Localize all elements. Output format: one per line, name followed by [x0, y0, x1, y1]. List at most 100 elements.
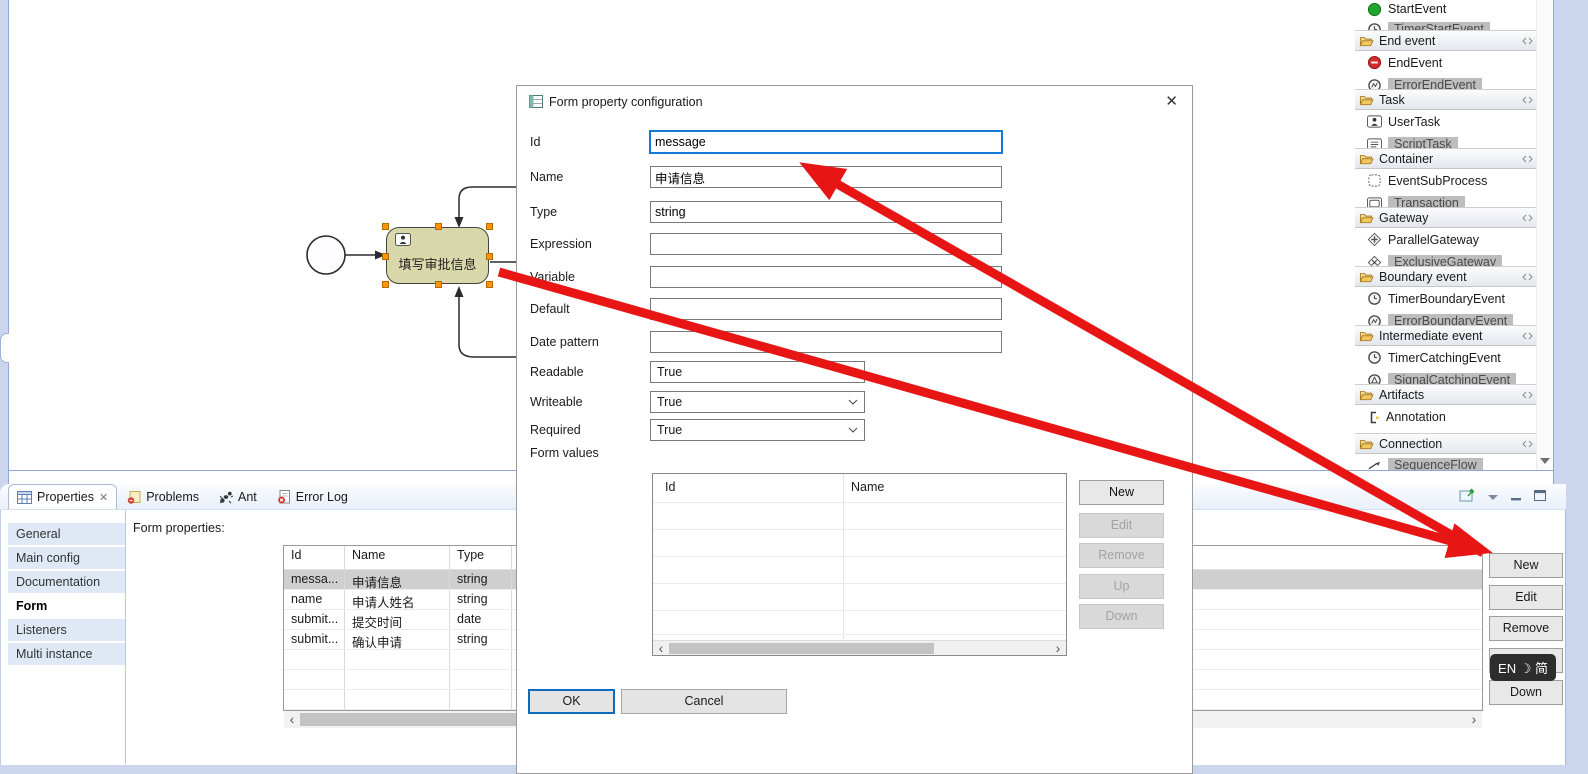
fv-horizontal-scrollbar[interactable]: ‹ ›	[653, 640, 1066, 655]
palette-group-gateway[interactable]: Gateway	[1355, 207, 1537, 228]
user-task-node[interactable]: 填写审批信息	[386, 227, 489, 284]
resize-handle[interactable]	[435, 223, 442, 230]
dialog-edit-button[interactable]: Edit	[1079, 513, 1164, 538]
palette-group-intermediate-event[interactable]: Intermediate event	[1355, 325, 1537, 346]
palette-group-container[interactable]: Container	[1355, 148, 1537, 169]
palette-item-exclusivegateway[interactable]: ExclusiveGateway	[1355, 251, 1537, 266]
sidebar-item-main-config[interactable]: Main config	[8, 547, 125, 569]
panel-down-button[interactable]: Down	[1489, 680, 1563, 705]
view-menu-icon[interactable]	[1487, 490, 1499, 504]
palette-item-errorboundaryevent[interactable]: ErrorBoundaryEvent	[1355, 310, 1537, 325]
palette-item-timerstartevent[interactable]: TimerStartEvent	[1355, 18, 1537, 30]
palette-item-timercatchingevent[interactable]: TimerCatchingEvent	[1355, 346, 1537, 369]
resize-handle[interactable]	[486, 253, 493, 260]
cancel-button[interactable]: Cancel	[621, 689, 787, 714]
ok-button[interactable]: OK	[528, 689, 615, 714]
panel-remove-button[interactable]: Remove	[1489, 616, 1563, 641]
resize-handle[interactable]	[382, 223, 389, 230]
variable-input[interactable]	[650, 266, 1002, 288]
scroll-down-icon[interactable]	[1540, 458, 1550, 464]
pin-layout-icon[interactable]	[1522, 388, 1533, 402]
scroll-left-icon[interactable]: ‹	[284, 712, 300, 727]
annotation-icon	[1367, 410, 1380, 425]
resize-handle[interactable]	[382, 253, 389, 260]
writeable-select[interactable]: True	[650, 391, 865, 413]
required-label: Required	[530, 423, 581, 437]
error-event-icon	[1367, 78, 1382, 90]
parallel-gateway-icon	[1367, 232, 1382, 247]
pin-layout-icon[interactable]	[1522, 437, 1533, 451]
collapsed-panel-handle[interactable]	[0, 333, 9, 363]
sidebar-item-documentation[interactable]: Documentation	[8, 571, 125, 593]
scroll-right-icon[interactable]: ›	[1050, 641, 1066, 656]
readable-label: Readable	[530, 365, 584, 379]
pin-layout-icon[interactable]	[1522, 211, 1533, 225]
palette-item-sequenceflow[interactable]: SequenceFlow	[1355, 454, 1537, 470]
name-input[interactable]	[650, 166, 1002, 188]
tab-ant[interactable]: Ant	[209, 484, 267, 509]
type-input[interactable]	[650, 201, 1002, 223]
required-select[interactable]: True	[650, 419, 865, 441]
pin-editor-icon[interactable]	[1459, 488, 1475, 506]
scroll-left-icon[interactable]: ‹	[653, 641, 669, 656]
resize-handle[interactable]	[486, 223, 493, 230]
palette-item-transaction[interactable]: Transaction	[1355, 192, 1537, 207]
palette-group-artifacts[interactable]: Artifacts	[1355, 384, 1537, 405]
tab-properties[interactable]: Properties ✕	[8, 484, 117, 509]
dialog-remove-button[interactable]: Remove	[1079, 543, 1164, 568]
date-pattern-input[interactable]	[650, 331, 1002, 353]
dialog-title: Form property configuration	[549, 95, 703, 109]
sidebar-item-general[interactable]: General	[8, 523, 125, 545]
minimize-icon[interactable]	[1511, 490, 1522, 504]
palette-group-end-event[interactable]: End event	[1355, 30, 1537, 51]
scroll-right-icon[interactable]: ›	[1466, 712, 1482, 727]
transaction-icon	[1367, 197, 1382, 208]
close-tab-icon[interactable]: ✕	[99, 491, 108, 504]
pin-layout-icon[interactable]	[1522, 93, 1533, 107]
palette-group-boundary-event[interactable]: Boundary event	[1355, 266, 1537, 287]
resize-handle[interactable]	[435, 281, 442, 288]
fv-col-id: Id	[665, 480, 675, 494]
tab-error-log[interactable]: Error Log	[267, 484, 358, 509]
palette-item-timerboundaryevent[interactable]: TimerBoundaryEvent	[1355, 287, 1537, 310]
tab-problems[interactable]: Problems	[117, 484, 209, 509]
palette-scrollbar[interactable]	[1536, 0, 1552, 470]
sidebar-item-form[interactable]: Form	[8, 595, 125, 617]
error-log-icon	[277, 489, 291, 504]
panel-new-button[interactable]: New	[1489, 553, 1563, 578]
pin-layout-icon[interactable]	[1522, 152, 1533, 166]
application-window: 填写审批信息 StartEvent TimerStartEvent End ev…	[0, 0, 1588, 774]
sidebar-item-multi-instance[interactable]: Multi instance	[8, 643, 125, 665]
palette-item-eventsubprocess[interactable]: EventSubProcess	[1355, 169, 1537, 192]
readable-select[interactable]: True	[650, 361, 865, 383]
palette-item-scripttask[interactable]: ScriptTask	[1355, 133, 1537, 148]
sidebar-item-listeners[interactable]: Listeners	[8, 619, 125, 641]
expression-input[interactable]	[650, 233, 1002, 255]
resize-handle[interactable]	[486, 281, 493, 288]
dialog-close-icon[interactable]: ✕	[1165, 92, 1178, 110]
pin-layout-icon[interactable]	[1522, 270, 1533, 284]
scrollbar-thumb[interactable]	[669, 643, 934, 654]
palette-item-startevent[interactable]: StartEvent	[1355, 0, 1537, 18]
default-input[interactable]	[650, 298, 1002, 320]
maximize-icon[interactable]	[1534, 490, 1546, 504]
palette-item-signalcatchingevent[interactable]: SignalCatchingEvent	[1355, 369, 1537, 384]
id-input[interactable]	[650, 131, 1002, 153]
timer-icon	[1367, 350, 1382, 365]
form-values-table[interactable]: Id Name ‹ ›	[652, 473, 1067, 656]
palette-item-parallelgateway[interactable]: ParallelGateway	[1355, 228, 1537, 251]
palette-item-usertask[interactable]: UserTask	[1355, 110, 1537, 133]
palette-item-endevent[interactable]: EndEvent	[1355, 51, 1537, 74]
palette-item-annotation[interactable]: Annotation	[1355, 405, 1537, 429]
palette-group-connection[interactable]: Connection	[1355, 433, 1537, 454]
dialog-down-button[interactable]: Down	[1079, 604, 1164, 629]
dialog-up-button[interactable]: Up	[1079, 574, 1164, 599]
resize-handle[interactable]	[382, 281, 389, 288]
pin-layout-icon[interactable]	[1522, 34, 1533, 48]
folder-icon	[1359, 152, 1374, 166]
dialog-new-button[interactable]: New	[1079, 480, 1164, 505]
palette-group-task[interactable]: Task	[1355, 89, 1537, 110]
pin-layout-icon[interactable]	[1522, 329, 1533, 343]
palette-item-errorendevent[interactable]: ErrorEndEvent	[1355, 74, 1537, 89]
panel-edit-button[interactable]: Edit	[1489, 585, 1563, 610]
